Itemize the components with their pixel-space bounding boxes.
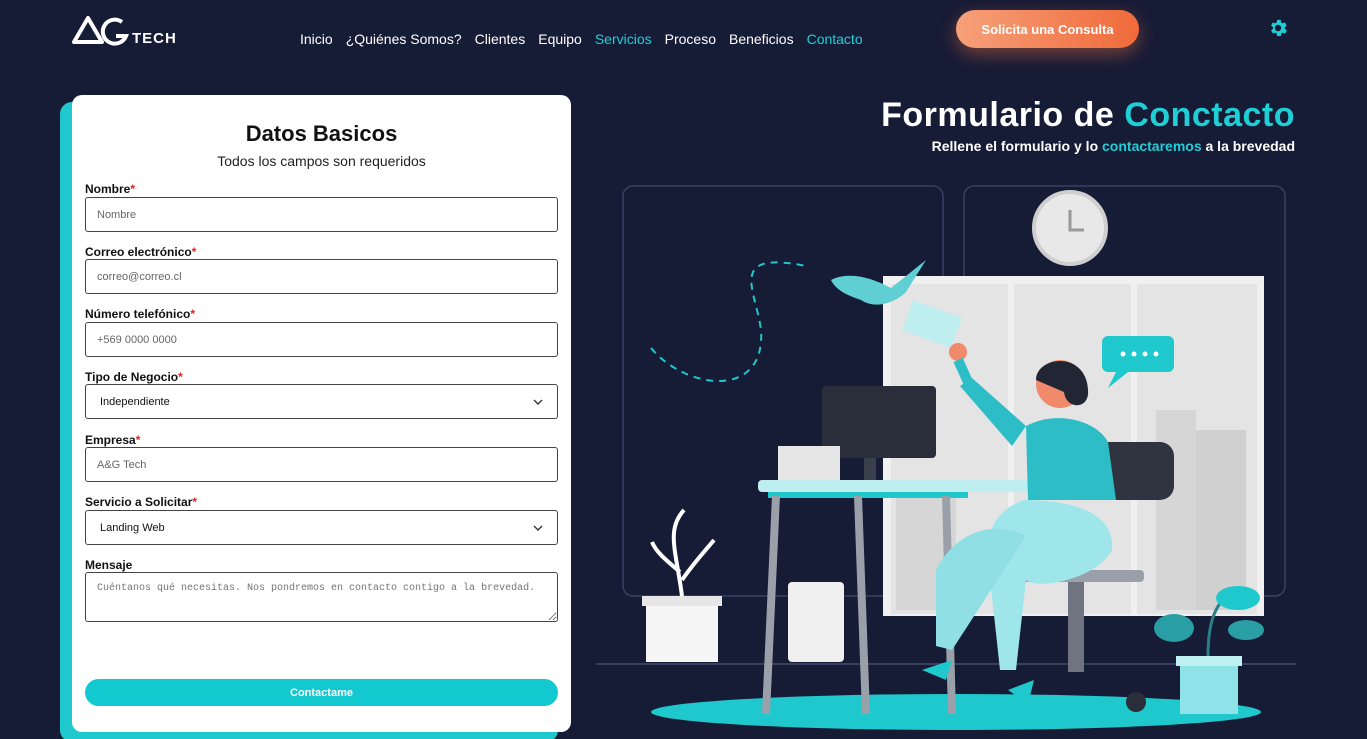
- nav-item-servicios[interactable]: Servicios: [595, 31, 652, 47]
- service-select[interactable]: Landing Web: [85, 510, 558, 545]
- business-type-value: Independiente: [100, 395, 170, 408]
- nav-item-equipo[interactable]: Equipo: [538, 31, 582, 47]
- logo-text: TECH: [132, 30, 177, 47]
- hero-title-part1: Formulario de: [881, 96, 1115, 134]
- service-value: Landing Web: [100, 521, 165, 534]
- request-consultation-button[interactable]: Solicita una Consulta: [956, 10, 1139, 48]
- contact-form: Datos Basicos Todos los campos son reque…: [72, 95, 571, 732]
- nombre-label: Nombre*: [85, 182, 136, 196]
- main-nav: Inicio ¿Quiénes Somos? Clientes Equipo S…: [300, 31, 863, 47]
- submit-button[interactable]: Contactame: [85, 679, 558, 706]
- servicio-label: Servicio a Solicitar*: [85, 495, 198, 509]
- chevron-down-icon: [533, 399, 543, 405]
- email-input[interactable]: [85, 259, 558, 294]
- mensaje-label: Mensaje: [85, 558, 133, 572]
- business-type-select[interactable]: Independiente: [85, 384, 558, 419]
- hero-subtitle: Rellene el formulario y lo contactaremos…: [932, 138, 1295, 154]
- hero-title: Formulario de Conctacto: [881, 96, 1295, 135]
- company-input[interactable]: [85, 447, 558, 482]
- nav-item-quienes-somos[interactable]: ¿Quiénes Somos?: [346, 31, 462, 47]
- chat-bubble-icon: [1102, 336, 1174, 372]
- hero-subtitle-accent: contactaremos: [1102, 138, 1202, 154]
- phone-input[interactable]: [85, 322, 558, 357]
- nav-item-proceso[interactable]: Proceso: [665, 31, 716, 47]
- message-textarea[interactable]: [85, 572, 558, 622]
- customer-support-illustration: [596, 185, 1296, 730]
- correo-label: Correo electrónico*: [85, 245, 197, 259]
- empresa-label: Empresa*: [85, 433, 141, 447]
- hero-subtitle-part2: a la brevedad: [1205, 138, 1296, 154]
- hero-subtitle-part1: Rellene el formulario y lo: [931, 138, 1099, 154]
- telefono-label: Número telefónico*: [85, 307, 196, 321]
- gear-icon[interactable]: [1267, 17, 1289, 39]
- nav-item-contacto[interactable]: Contacto: [807, 31, 863, 47]
- nav-item-inicio[interactable]: Inicio: [300, 31, 333, 47]
- tipo-negocio-label: Tipo de Negocio*: [85, 370, 183, 384]
- nombre-input[interactable]: [85, 197, 558, 232]
- chevron-down-icon: [533, 525, 543, 531]
- hero-title-accent: Conctacto: [1124, 96, 1295, 134]
- form-subtitle: Todos los campos son requeridos: [217, 153, 426, 169]
- form-title: Datos Basicos: [245, 121, 398, 146]
- nav-item-clientes[interactable]: Clientes: [475, 31, 526, 47]
- nav-item-beneficios[interactable]: Beneficios: [729, 31, 794, 47]
